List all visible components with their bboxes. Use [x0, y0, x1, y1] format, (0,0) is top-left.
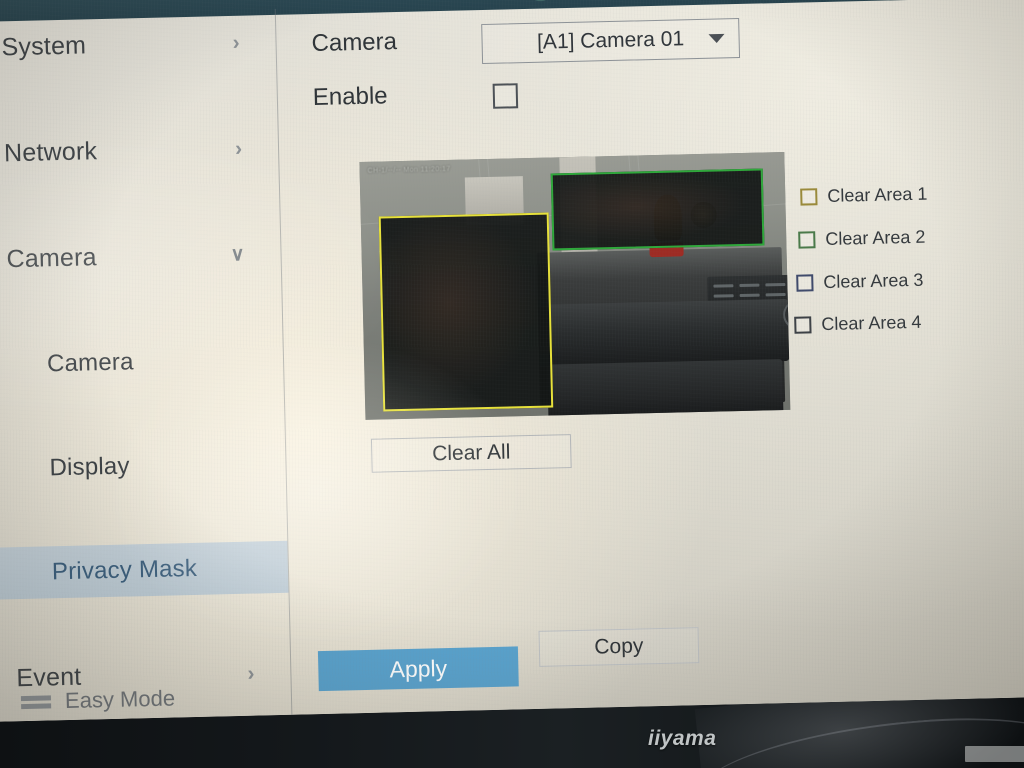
- sidebar-item-camera-group[interactable]: Camera ∨: [0, 227, 281, 287]
- clear-all-button-label: Clear All: [431, 440, 511, 466]
- photograph-of-monitor: iiyama System › Network › Camera ∨ Camer…: [0, 0, 1024, 768]
- apply-button[interactable]: Apply: [317, 646, 519, 692]
- clear-area-1-label: Clear Area 1: [827, 183, 928, 206]
- easy-mode-toggle[interactable]: Easy Mode: [20, 685, 176, 715]
- clear-area-3-label: Clear Area 3: [823, 269, 924, 293]
- clear-area-2-checkbox[interactable]: [798, 231, 816, 249]
- clear-all-button[interactable]: Clear All: [370, 434, 572, 473]
- privacy-mask-area-1[interactable]: [378, 212, 554, 412]
- apply-button-label: Apply: [389, 654, 448, 682]
- sidebar-item-label: Privacy Mask: [51, 554, 198, 586]
- chevron-down-icon: [708, 33, 725, 44]
- clear-area-3-row[interactable]: Clear Area 3: [796, 270, 924, 294]
- sidebar-item-privacy-mask[interactable]: Privacy Mask: [0, 540, 289, 600]
- clear-area-2-label: Clear Area 2: [825, 226, 926, 250]
- preview-equipment-stack: [536, 247, 791, 420]
- sidebar-item-label: Camera: [6, 243, 98, 274]
- clear-area-1-checkbox[interactable]: [800, 188, 818, 206]
- camera-select-value: [A1] Camera 01: [536, 27, 685, 54]
- easy-mode-label: Easy Mode: [64, 685, 176, 714]
- chevron-right-icon: ›: [234, 136, 243, 160]
- chevron-right-icon: ›: [247, 661, 255, 685]
- enable-checkbox[interactable]: [492, 83, 519, 109]
- chevron-right-icon: ›: [232, 30, 240, 54]
- clear-area-4-label: Clear Area 4: [821, 311, 922, 335]
- copy-button-label: Copy: [594, 634, 644, 659]
- sidebar-item-display[interactable]: Display: [0, 437, 286, 496]
- privacy-mask-panel: Camera [A1] Camera 01 Enable CH-1/--/-- …: [276, 0, 1024, 715]
- camera-select[interactable]: [A1] Camera 01: [481, 17, 741, 65]
- sidebar-item-network[interactable]: Network ›: [0, 121, 279, 181]
- clear-area-4-row[interactable]: Clear Area 4: [794, 312, 922, 336]
- sidebar-item-system[interactable]: System ›: [0, 15, 276, 75]
- preview-dvr-unit: [547, 298, 790, 367]
- privacy-mask-area-2[interactable]: [550, 168, 765, 251]
- monitor-screen: i System › Network › Camera ∨ Camera: [0, 0, 1024, 722]
- clear-area-1-row[interactable]: Clear Area 1: [800, 184, 928, 208]
- clear-area-4-checkbox[interactable]: [794, 316, 812, 334]
- preview-dvr-unit: [547, 359, 784, 420]
- sidebar-item-label: System: [1, 31, 87, 62]
- copy-button[interactable]: Copy: [538, 627, 700, 667]
- mask-glare: [380, 214, 552, 410]
- camera-preview[interactable]: CH-1/--/-- Mon 11:20:17: [359, 151, 791, 420]
- enable-field-label: Enable: [312, 82, 388, 112]
- sidebar-item-label: Camera: [46, 348, 134, 378]
- chevron-down-icon: ∨: [230, 243, 245, 266]
- settings-sidebar: System › Network › Camera ∨ Camera Displ…: [0, 9, 291, 722]
- caution-label-sticker: [965, 746, 1024, 762]
- sidebar-item-camera[interactable]: Camera: [0, 333, 284, 392]
- mask-glare: [552, 170, 763, 249]
- sidebar-item-label: Network: [3, 137, 98, 168]
- sidebar-item-label: Display: [49, 452, 130, 482]
- clear-area-2-row[interactable]: Clear Area 2: [798, 227, 926, 251]
- switch-arrows-icon: [20, 691, 52, 712]
- iiyama-brand-logo: iiyama: [648, 727, 717, 750]
- clear-area-3-checkbox[interactable]: [796, 274, 814, 292]
- camera-field-label: Camera: [311, 28, 398, 58]
